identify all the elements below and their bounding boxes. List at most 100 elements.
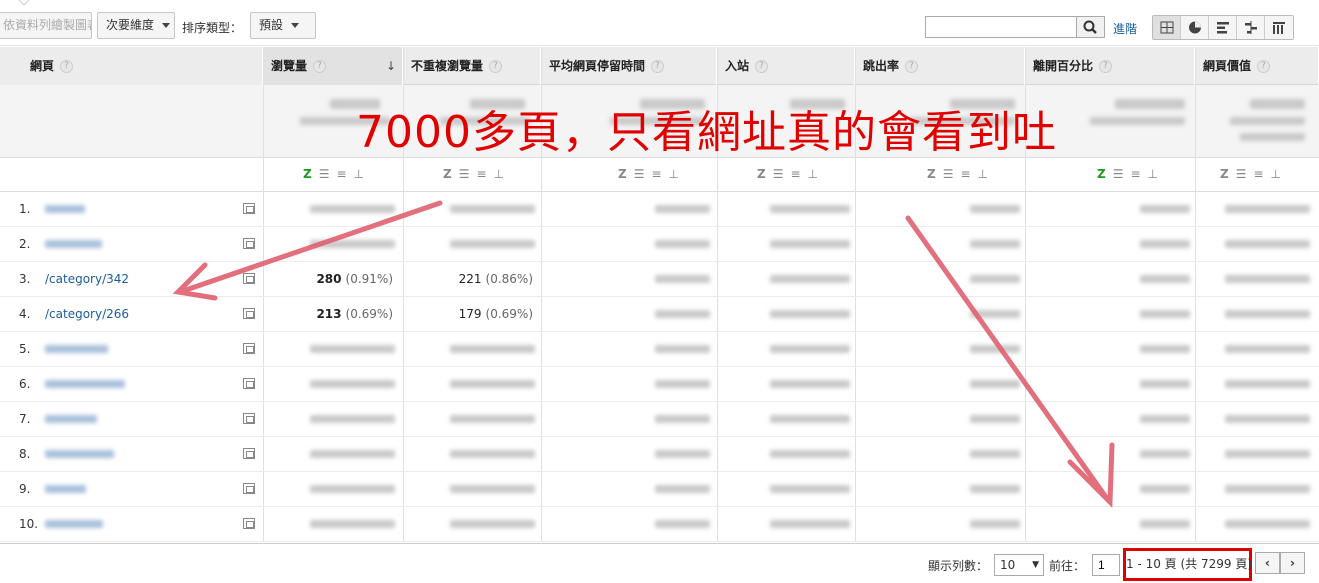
percentage-view-button[interactable] [1181, 16, 1209, 39]
blurred-total [1250, 99, 1305, 109]
blurred-value [970, 345, 1020, 353]
blurred-value [310, 415, 395, 423]
goto-page-input[interactable] [1092, 554, 1120, 576]
pageviews-value: 213 [316, 307, 342, 321]
blurred-value [655, 240, 710, 248]
column-controls[interactable]: Z☰≡⊥ [1220, 167, 1288, 181]
open-link-icon[interactable] [243, 448, 255, 459]
table-row: 5. [0, 332, 1319, 367]
column-header-page-value[interactable]: 網頁價值? [1195, 47, 1319, 85]
open-link-icon[interactable] [243, 273, 255, 284]
blurred-page-link [45, 240, 102, 248]
column-label: 網頁 [30, 59, 55, 73]
column-header-page[interactable]: 網頁? [0, 47, 263, 85]
column-header-entrances[interactable]: 入站? [717, 47, 855, 85]
next-page-button[interactable]: › [1280, 552, 1305, 574]
column-controls[interactable]: Z☰≡⊥ [443, 167, 511, 181]
blurred-value [1140, 380, 1190, 388]
row-number: 7. [19, 412, 31, 426]
unique-pageviews-percent: (0.69%) [485, 307, 533, 321]
plot-rows-button[interactable]: 依資料列繪製圖表 [0, 12, 92, 39]
toolbar-tooltip-arrow [0, 0, 34, 14]
advanced-filter-link[interactable]: 進階 [1113, 20, 1137, 37]
chevron-down-icon: ▼ [1032, 560, 1039, 570]
prev-page-button[interactable]: ‹ [1255, 552, 1280, 574]
blurred-page-link [45, 380, 125, 388]
blurred-value [655, 380, 710, 388]
page-link[interactable]: /category/266 [45, 307, 129, 321]
column-header-unique-pageviews[interactable]: 不重複瀏覽量? [403, 47, 541, 85]
rows-per-page-value: 10 [1000, 558, 1016, 572]
column-label: 平均網頁停留時間 [549, 59, 646, 73]
blurred-value [655, 485, 710, 493]
open-link-icon[interactable] [243, 308, 255, 319]
open-link-icon[interactable] [243, 413, 255, 424]
blurred-page-link [45, 485, 86, 493]
column-header-pageviews[interactable]: 瀏覽量? ↓ [263, 47, 403, 85]
help-icon[interactable]: ? [1257, 60, 1271, 73]
blurred-value [1140, 240, 1190, 248]
table-view-button[interactable] [1153, 16, 1181, 39]
secondary-dimension-dropdown[interactable]: 次要維度 [97, 12, 175, 39]
search-input[interactable] [925, 16, 1077, 38]
column-controls[interactable]: Z☰≡⊥ [1097, 167, 1165, 181]
performance-view-button[interactable] [1209, 16, 1237, 39]
help-icon[interactable]: ? [60, 60, 74, 73]
table-row: 9. [0, 472, 1319, 507]
help-icon[interactable]: ? [489, 60, 503, 73]
pivot-view-button[interactable] [1265, 16, 1293, 39]
open-link-icon[interactable] [243, 378, 255, 389]
annotation-text: 7000多頁，只看網址真的會看到吐 [356, 107, 1057, 158]
column-label: 離開百分比 [1033, 59, 1094, 73]
help-icon[interactable]: ? [651, 60, 665, 73]
bar-list-icon [1217, 22, 1229, 34]
table-row: 7. [0, 402, 1319, 437]
open-link-icon[interactable] [243, 238, 255, 249]
open-link-icon[interactable] [243, 483, 255, 494]
open-link-icon[interactable] [243, 343, 255, 354]
sort-type-dropdown[interactable]: 預設 [250, 12, 316, 39]
pageviews-cell: 280 (0.91%) [316, 272, 393, 286]
help-icon[interactable]: ? [755, 60, 769, 73]
comparison-icon [1245, 21, 1257, 34]
column-controls[interactable]: Z☰≡⊥ [303, 167, 371, 181]
search-button[interactable] [1077, 16, 1105, 38]
column-header-exit-percent[interactable]: 離開百分比? [1025, 47, 1195, 85]
blurred-page-link [45, 415, 97, 423]
open-link-icon[interactable] [243, 518, 255, 529]
column-controls-row: Z☰≡⊥ Z☰≡⊥ Z☰≡⊥ Z☰≡⊥ Z☰≡⊥ Z☰≡⊥ Z☰≡⊥ [0, 158, 1319, 192]
row-number: 1. [19, 202, 31, 216]
column-controls[interactable]: Z☰≡⊥ [927, 167, 995, 181]
comparison-view-button[interactable] [1237, 16, 1265, 39]
rows-per-page-select[interactable]: 10 ▼ [994, 554, 1044, 576]
column-controls[interactable]: Z☰≡⊥ [757, 167, 825, 181]
table-row: 1. [0, 192, 1319, 227]
unique-pageviews-cell: 221 (0.86%) [459, 272, 533, 286]
column-header-bounce-rate[interactable]: 跳出率? [855, 47, 1025, 85]
blurred-value [770, 240, 850, 248]
pagination-footer: 顯示列數： 10 ▼ 前往： 1 - 10 頁 (共 7299 頁) ‹ › [0, 543, 1319, 583]
table-row: 6. [0, 367, 1319, 402]
blurred-total [1090, 117, 1185, 125]
table-header: 網頁? 瀏覽量? ↓ 不重複瀏覽量? 平均網頁停留時間? 入站? 跳出率? 離開百… [0, 47, 1319, 85]
help-icon[interactable]: ? [905, 60, 919, 73]
blurred-value [1140, 415, 1190, 423]
help-icon[interactable]: ? [313, 60, 327, 73]
blurred-value [1225, 310, 1310, 318]
blurred-total [1115, 99, 1185, 109]
search-icon [1083, 20, 1097, 34]
help-icon[interactable]: ? [1099, 60, 1113, 73]
sort-type-value: 預設 [259, 18, 284, 32]
blurred-value [770, 310, 850, 318]
pageviews-percent: (0.69%) [345, 307, 393, 321]
blurred-page-link [45, 450, 114, 458]
column-controls[interactable]: Z☰≡⊥ [618, 167, 686, 181]
page-link[interactable]: /category/342 [45, 272, 129, 286]
blurred-value [1225, 485, 1310, 493]
blurred-value [655, 275, 710, 283]
column-header-avg-time[interactable]: 平均網頁停留時間? [541, 47, 717, 85]
open-link-icon[interactable] [243, 203, 255, 214]
blurred-value [970, 415, 1020, 423]
blurred-value [970, 205, 1020, 213]
grid-icon [1160, 21, 1174, 34]
